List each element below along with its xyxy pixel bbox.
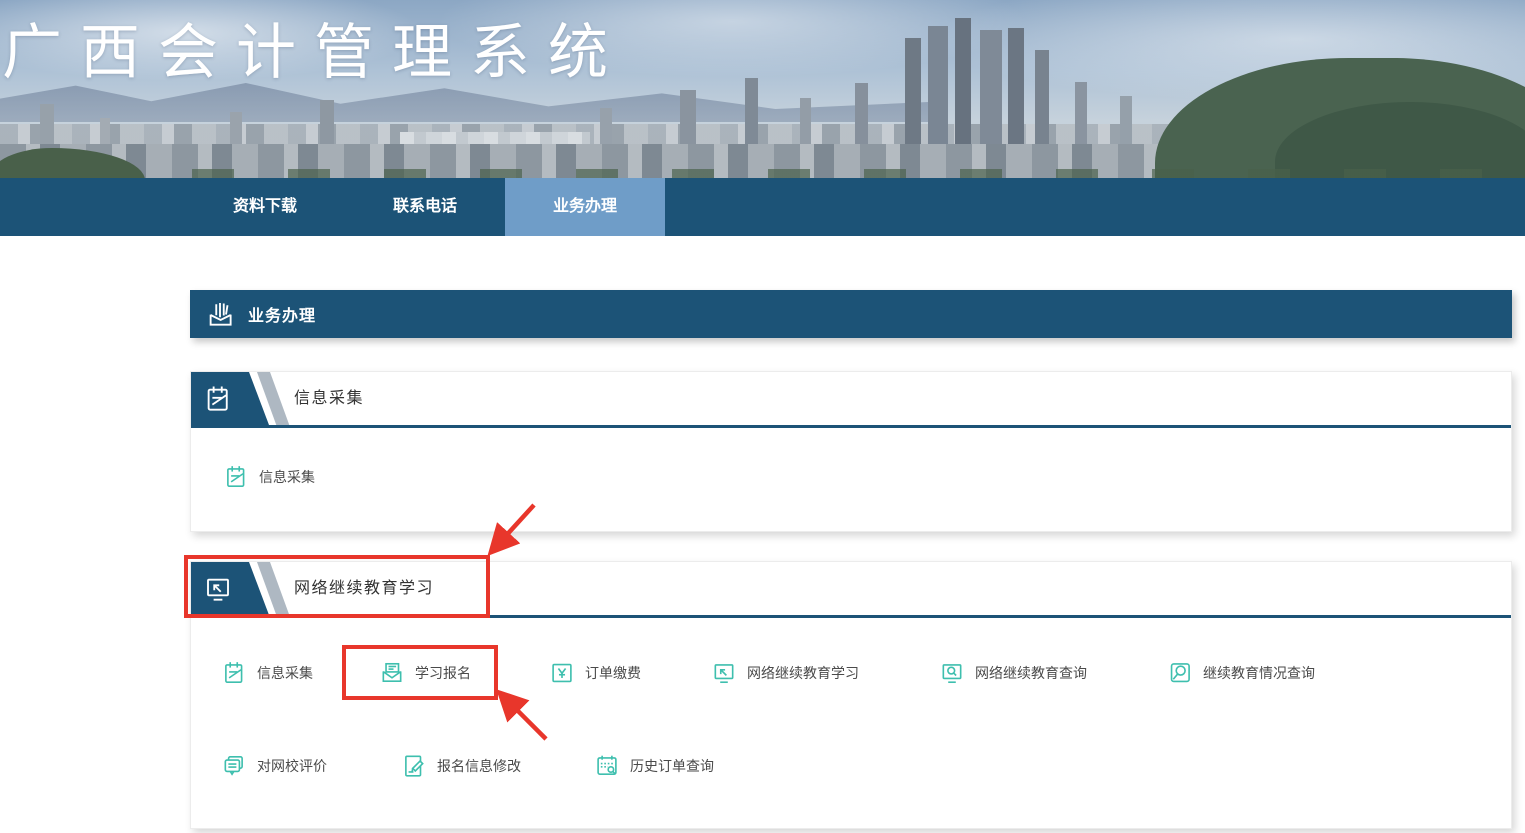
- section-title: 信息采集: [294, 372, 364, 425]
- service-item-study-enroll[interactable]: 学习报名: [379, 660, 471, 686]
- clipboard-edit-icon: [223, 464, 249, 490]
- nav-tab-business[interactable]: 业务办理: [505, 178, 665, 236]
- clipboard-edit-icon: [203, 384, 233, 414]
- section-header: 网络继续教育学习: [191, 562, 1511, 615]
- envelope-letter-icon: [379, 660, 405, 686]
- monitor-arrow-icon: [711, 660, 737, 686]
- section-divider-line: [191, 615, 1511, 618]
- nav-tabs: 资料下载 联系电话 业务办理: [185, 178, 665, 236]
- site-title: 广西会计管理系统: [2, 4, 626, 91]
- service-item-online-education-study[interactable]: 网络继续教育学习: [711, 660, 859, 686]
- service-item-label: 报名信息修改: [437, 756, 521, 776]
- section-card-info-collection: 信息采集 信息采集: [190, 371, 1512, 532]
- page-header-label: 业务办理: [248, 302, 316, 326]
- yen-box-icon: [549, 660, 575, 686]
- monitor-search-icon: [939, 660, 965, 686]
- monitor-arrow-icon: [203, 574, 233, 604]
- service-item-label: 对网校评价: [257, 756, 327, 776]
- tray-books-icon: [205, 299, 235, 329]
- service-item-label: 信息采集: [259, 467, 315, 487]
- service-item-online-education-query[interactable]: 网络继续教育查询: [939, 660, 1087, 686]
- service-item-history-order-query[interactable]: 历史订单查询: [594, 753, 714, 779]
- service-item-continuing-education-status-query[interactable]: 继续教育情况查询: [1167, 660, 1315, 686]
- greenery-strip: [0, 169, 1525, 178]
- main-navbar: 资料下载 联系电话 业务办理: [0, 178, 1525, 236]
- service-item-enrollment-info-edit[interactable]: 报名信息修改: [401, 753, 521, 779]
- service-item-school-evaluation[interactable]: 对网校评价: [221, 753, 327, 779]
- section-divider-line: [191, 425, 1511, 428]
- service-item-label: 网络继续教育查询: [975, 663, 1087, 683]
- service-item-label: 继续教育情况查询: [1203, 663, 1315, 683]
- service-item-label: 订单缴费: [585, 663, 641, 683]
- service-item-label: 历史订单查询: [630, 756, 714, 776]
- banner: 广西会计管理系统: [0, 0, 1525, 178]
- service-item-info-collection[interactable]: 信息采集: [221, 660, 313, 686]
- service-item-info-collection[interactable]: 信息采集: [223, 464, 315, 490]
- clipboard-edit-icon: [221, 660, 247, 686]
- nav-tab-contact[interactable]: 联系电话: [345, 178, 505, 236]
- section-header: 信息采集: [191, 372, 1511, 425]
- service-item-order-payment[interactable]: 订单缴费: [549, 660, 641, 686]
- document-edit-icon: [401, 753, 427, 779]
- section-card-online-education: 网络继续教育学习 信息采集 学习报名 订单缴费: [190, 561, 1512, 829]
- service-item-label: 信息采集: [257, 663, 313, 683]
- nav-tab-download[interactable]: 资料下载: [185, 178, 345, 236]
- section-title: 网络继续教育学习: [294, 562, 434, 615]
- search-box-icon: [1167, 660, 1193, 686]
- chat-bubbles-icon: [221, 753, 247, 779]
- calendar-search-icon: [594, 753, 620, 779]
- service-item-label: 学习报名: [415, 663, 471, 683]
- page-header-bar: 业务办理: [190, 290, 1512, 338]
- service-item-label: 网络继续教育学习: [747, 663, 859, 683]
